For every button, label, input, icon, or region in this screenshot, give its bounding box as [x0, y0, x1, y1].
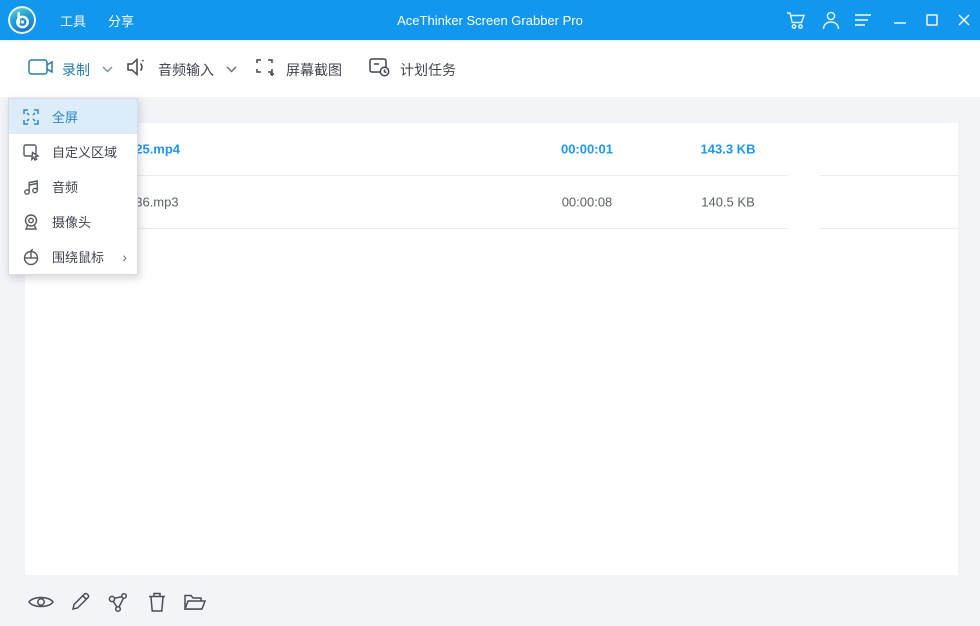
chevron-down-icon — [102, 66, 113, 73]
edit-pencil-icon[interactable] — [67, 589, 93, 615]
menu-item-label: 自定义区域 — [52, 142, 117, 161]
menu-item-audio[interactable]: 音频 — [9, 169, 137, 204]
record-button[interactable]: 录制 — [28, 42, 113, 97]
close-icon[interactable] — [958, 14, 970, 26]
maximize-icon[interactable] — [926, 14, 938, 26]
menu-item-label: 摄像头 — [52, 212, 91, 231]
screenshot-button[interactable]: 屏幕截图 — [254, 42, 342, 97]
delete-trash-icon[interactable] — [144, 589, 170, 615]
region-capture-icon — [254, 57, 278, 82]
schedule-label: 计划任务 — [400, 60, 456, 80]
menu-share[interactable]: 分享 — [108, 11, 134, 30]
menu-item-label: 围绕鼠标 — [52, 247, 104, 266]
titlebar-menu: 工具 分享 — [60, 11, 134, 30]
schedule-button[interactable]: 计划任务 — [368, 42, 456, 97]
menu-tools[interactable]: 工具 — [60, 11, 86, 30]
music-note-icon — [21, 177, 41, 197]
menu-item-label: 全屏 — [52, 107, 78, 126]
submenu-arrow-icon: › — [122, 250, 127, 264]
custom-region-icon — [21, 142, 41, 162]
chevron-down-icon — [226, 66, 237, 73]
cart-icon[interactable] — [786, 10, 808, 30]
audio-input-label: 音频输入 — [158, 60, 214, 80]
file-duration: 00:00:01 — [537, 142, 637, 157]
webcam-icon — [21, 212, 41, 232]
screenshot-label: 屏幕截图 — [286, 60, 342, 80]
record-dropdown-menu: 全屏 自定义区域 音频 摄像头 — [8, 98, 138, 275]
task-clock-icon — [368, 57, 392, 82]
minimize-icon[interactable] — [894, 14, 906, 26]
user-icon[interactable] — [822, 10, 840, 30]
file-size: 143.3 KB — [678, 142, 778, 157]
record-label: 录制 — [62, 60, 90, 80]
preview-eye-icon[interactable] — [28, 589, 54, 615]
titlebar: 工具 分享 AceThinker Screen Grabber Pro — [0, 0, 980, 40]
file-size: 140.5 KB — [678, 195, 778, 210]
menu-item-custom-region[interactable]: 自定义区域 — [9, 134, 137, 169]
mouse-icon — [21, 247, 41, 267]
file-duration: 00:00:08 — [537, 195, 637, 210]
main-toolbar: 录制 音频输入 屏幕 — [0, 40, 980, 97]
video-camera-icon — [28, 57, 54, 82]
menu-item-label: 音频 — [52, 177, 78, 196]
bottom-toolbar — [0, 575, 980, 626]
white-overlay — [788, 135, 819, 350]
app-logo-icon — [8, 6, 36, 34]
speaker-icon — [126, 57, 150, 82]
file-list-panel: 325.mp4 00:00:01 143.3 KB 736.mp3 00:00:… — [25, 123, 958, 575]
menu-item-around-mouse[interactable]: 围绕鼠标 › — [9, 239, 137, 274]
audio-input-button[interactable]: 音频输入 — [126, 42, 237, 97]
fullscreen-icon — [21, 107, 41, 127]
menu-item-fullscreen[interactable]: 全屏 — [9, 99, 137, 134]
main-menu-icon[interactable] — [854, 13, 872, 27]
open-folder-icon[interactable] — [182, 589, 208, 615]
menu-item-webcam[interactable]: 摄像头 — [9, 204, 137, 239]
share-icon[interactable] — [105, 589, 131, 615]
